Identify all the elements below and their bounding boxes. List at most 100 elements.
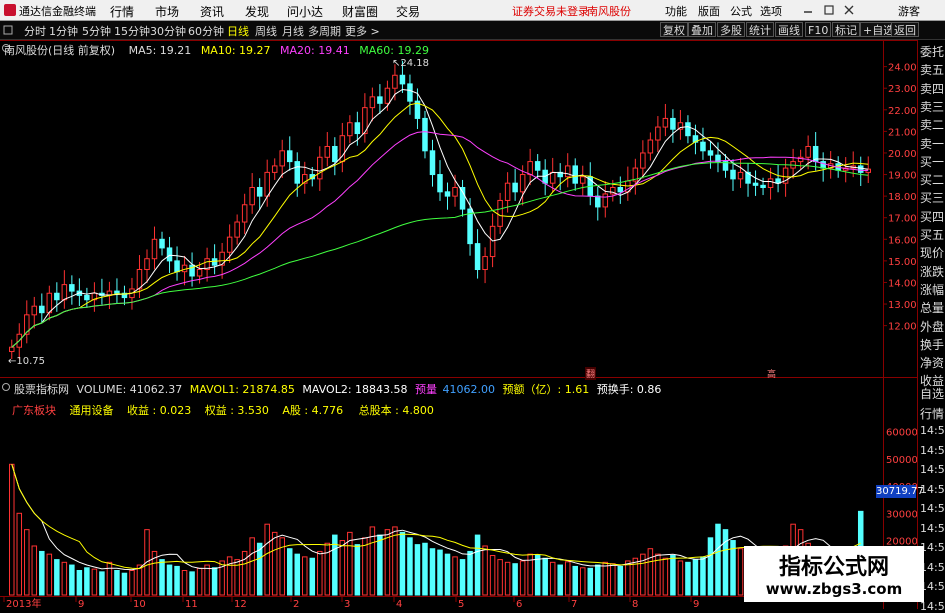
overlay-button[interactable]: 叠加 [688,22,716,37]
f10-button[interactable]: F10 [805,22,832,37]
period-tab-timeshare[interactable]: 分时 [24,23,46,39]
volume-bar [557,564,563,596]
side-panel-item[interactable]: 卖一 [920,135,944,152]
candle-body [136,269,143,290]
user-name[interactable]: 游客 [898,3,920,19]
volume-bar [399,531,406,596]
side-panel-lower-item[interactable]: 14:5 [920,463,945,476]
candle-body [437,174,443,193]
side-panel-item[interactable]: 涨跌 [920,263,944,280]
side-panel-item[interactable]: 卖五 [920,61,944,78]
menu-item-layout[interactable]: 版面 [698,3,720,19]
volume-bar [91,568,98,596]
side-panel-item[interactable]: 买五 [920,226,944,243]
quote-side-panel: 委托 卖五 卖四 卖三 卖二 卖一 买一 买二 买三 买四 买五 现价 涨跌 涨幅 总量 外盘 换手 净资 收益 自选… [917,40,945,613]
close-icon[interactable] [844,5,854,15]
period-tab-5min[interactable]: 5分钟 [82,23,111,39]
date-tick-label: 9 [78,599,84,609]
side-panel-lower-item[interactable]: 14:5 [920,502,945,515]
adjust-button[interactable]: 复权 [660,22,688,37]
side-panel-item[interactable]: 涨幅 [920,281,944,298]
menu-item-discover[interactable]: 发现 [245,3,269,20]
menu-item-function[interactable]: 功能 [665,3,687,19]
period-tab-daily[interactable]: 日线 [227,23,249,39]
side-panel-lower-item[interactable]: 14:5 [920,424,945,437]
volume-bar [617,565,624,596]
multi-stock-button[interactable]: 多股 [717,22,745,37]
candle-body [767,178,774,188]
price-tick-label: 20.00 [888,149,917,160]
volume-bar [69,564,75,596]
menu-item-news[interactable]: 资讯 [200,3,224,20]
period-tab-30min[interactable]: 30分钟 [150,23,186,39]
volume-bar [354,544,361,596]
volume-bar [61,561,68,596]
login-warning[interactable]: 证券交易未登录 [512,3,589,19]
side-panel-item[interactable]: 换手 [920,336,944,353]
period-tab-1min[interactable]: 1分钟 [49,23,78,39]
candle-body [422,117,428,152]
side-panel-item[interactable]: 买四 [920,208,944,225]
menu-item-options[interactable]: 选项 [760,3,782,19]
menu-item-trade[interactable]: 交易 [396,3,420,20]
side-panel-item[interactable]: 总量 [920,299,944,316]
chart-area[interactable]: 24.00 23.00 22.00 21.00 20.00 19.00 18.00 17.00… [0,40,917,609]
side-panel-item[interactable]: 买二 [920,171,944,188]
volume-tick-label: 30000 [886,509,917,520]
period-tab-60min[interactable]: 60分钟 [188,23,224,39]
side-panel-item[interactable]: 卖二 [920,116,944,133]
event-mark-1[interactable]: 翻 [585,367,597,380]
stats-button[interactable]: 统计 [746,22,774,37]
period-tab-weekly[interactable]: 周线 [255,23,277,39]
eps-label: 收益 : 0.023 [127,404,192,417]
side-panel-item[interactable]: 净资 [920,354,944,371]
price-tick-label: 19.00 [888,171,917,182]
menu-item-quotes[interactable]: 行情 [110,3,134,20]
side-panel-item[interactable]: 买一 [920,153,944,170]
draw-line-button[interactable]: 画线 [775,22,803,37]
side-panel-lower-item[interactable]: 自选 [920,385,944,402]
candle-body [512,182,518,193]
menu-item-ask[interactable]: 问小达 [287,3,323,20]
volume-bar [595,564,601,596]
period-tab-multi[interactable]: 多周期 [308,23,341,39]
side-panel-lower-item[interactable]: 行情 [920,405,944,422]
volume-bar [564,561,571,596]
volume-bar [504,561,511,596]
volume-bar [54,559,60,596]
side-panel-item[interactable]: 买三 [920,189,944,206]
back-button[interactable]: 返回 [891,22,919,37]
pre-turnover-label: 预换手: 0.86 [596,383,662,396]
menu-item-market[interactable]: 市场 [155,3,179,20]
side-panel-item[interactable]: 卖四 [920,80,944,97]
side-panel-lower-item[interactable]: 14:5 [920,444,945,457]
menu-item-wealth[interactable]: 财富圈 [342,3,378,20]
candle-body [377,96,383,104]
side-panel-item[interactable]: 外盘 [920,318,944,335]
side-panel-item[interactable]: 委托 [920,43,944,60]
candle-body [399,74,406,85]
volume-bar [99,571,105,596]
volume-bar [166,564,173,596]
mark-button[interactable]: 标记 [832,22,860,37]
period-tab-monthly[interactable]: 月线 [282,23,304,39]
maximize-icon[interactable] [824,5,834,15]
volume-bar [302,556,308,596]
period-tab-more[interactable]: 更多 > [345,23,380,39]
side-panel-item[interactable]: 现价 [920,244,944,261]
price-tick-label: 14.00 [888,278,917,289]
volume-bar [512,563,518,596]
menu-square-icon[interactable] [3,25,13,35]
volume-bar [9,463,15,596]
menu-item-formula[interactable]: 公式 [730,3,752,19]
date-tick-label: 11 [185,599,198,609]
event-mark-2[interactable]: 高 [767,367,776,380]
candle-body [452,186,458,197]
high-price-annotation: ↖24.18 [392,58,430,69]
side-panel-lower-item[interactable]: 14:5 [920,483,945,496]
side-panel-lower-item[interactable]: 14:5 [920,522,945,535]
candle-body [181,264,188,273]
volume-bar [392,526,398,596]
side-panel-item[interactable]: 卖三 [920,98,944,115]
period-tab-15min[interactable]: 15分钟 [114,23,150,39]
